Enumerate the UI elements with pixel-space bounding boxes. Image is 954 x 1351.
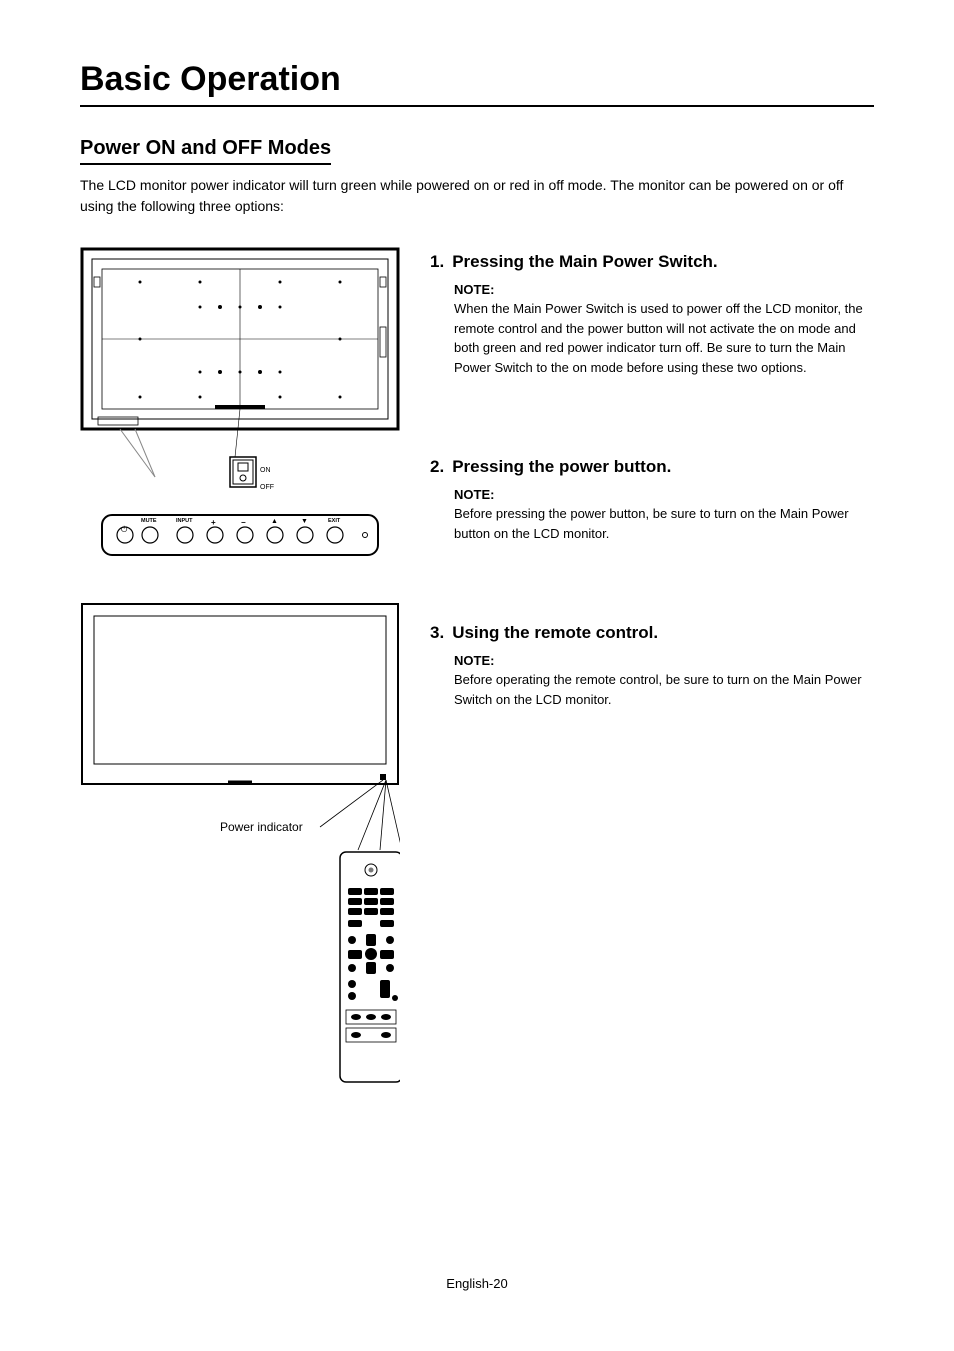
switch-on-label: ON bbox=[260, 467, 271, 474]
method-1: 1. Pressing the Main Power Switch. NOTE:… bbox=[430, 252, 874, 377]
content-row: ON OFF ⏻ MUTE INPUT + − ▲ ▼ EXIT bbox=[80, 247, 874, 1127]
method-3: 3. Using the remote control. NOTE: Befor… bbox=[430, 623, 874, 709]
page-footer: English-20 bbox=[0, 1276, 954, 1291]
method-3-num: 3. bbox=[430, 623, 444, 643]
power-indicator-label: Power indicator bbox=[220, 820, 303, 834]
method-3-heading: Using the remote control. bbox=[452, 623, 658, 643]
button-up-label: ▲ bbox=[271, 518, 278, 525]
method-2-note-label: NOTE: bbox=[454, 487, 874, 502]
method-1-heading: Pressing the Main Power Switch. bbox=[452, 252, 717, 272]
methods-column: 1. Pressing the Main Power Switch. NOTE:… bbox=[430, 247, 874, 1127]
method-1-note-text: When the Main Power Switch is used to po… bbox=[454, 299, 874, 377]
method-1-note-label: NOTE: bbox=[454, 282, 874, 297]
method-1-num: 1. bbox=[430, 252, 444, 272]
method-3-note-label: NOTE: bbox=[454, 653, 874, 668]
button-input-label: INPUT bbox=[176, 518, 193, 524]
switch-off-label: OFF bbox=[260, 484, 274, 491]
diagram-column: ON OFF ⏻ MUTE INPUT + − ▲ ▼ EXIT bbox=[80, 247, 400, 1127]
monitor-front-figure: Power indicator bbox=[80, 602, 400, 1107]
button-mute-label: MUTE bbox=[141, 518, 157, 524]
method-2-num: 2. bbox=[430, 457, 444, 477]
method-2-note-text: Before pressing the power button, be sur… bbox=[454, 504, 874, 543]
button-plus-label: + bbox=[211, 518, 216, 527]
page-title: Basic Operation bbox=[80, 60, 874, 107]
monitor-back-figure: ON OFF ⏻ MUTE INPUT + − ▲ ▼ EXIT bbox=[80, 247, 400, 572]
button-power-icon: ⏻ bbox=[121, 525, 127, 535]
method-2: 2. Pressing the power button. NOTE: Befo… bbox=[430, 457, 874, 543]
section-heading: Power ON and OFF Modes bbox=[80, 137, 331, 165]
button-exit-label: EXIT bbox=[328, 518, 340, 524]
button-down-label: ▼ bbox=[301, 518, 308, 525]
button-minus-label: − bbox=[241, 518, 246, 527]
page: Basic Operation Power ON and OFF Modes T… bbox=[0, 0, 954, 1351]
intro-text: The LCD monitor power indicator will tur… bbox=[80, 175, 874, 217]
method-3-note-text: Before operating the remote control, be … bbox=[454, 670, 874, 709]
method-2-heading: Pressing the power button. bbox=[452, 457, 671, 477]
